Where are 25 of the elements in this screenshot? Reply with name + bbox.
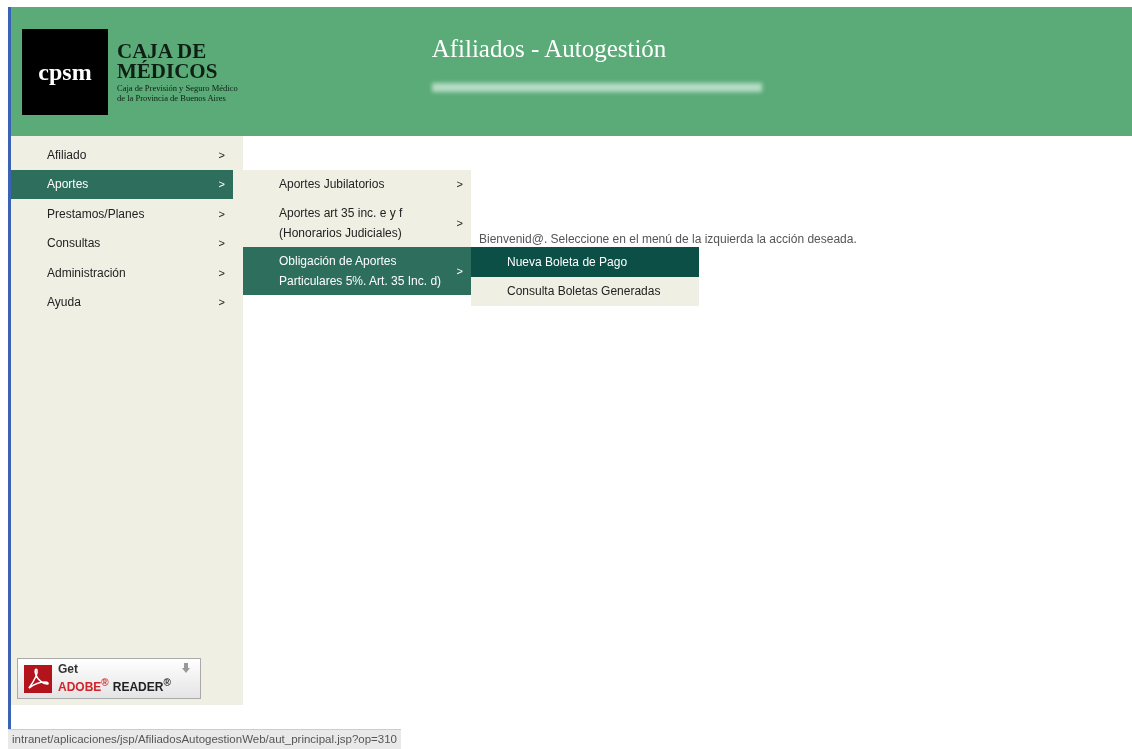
- get-label: Get: [58, 663, 79, 676]
- menu-item[interactable]: Consultas >: [11, 228, 233, 258]
- menu-item[interactable]: Consulta Boletas Generadas: [471, 276, 699, 306]
- menu-item[interactable]: Obligación de Aportes Particulares 5%. Art. 35 Inc. d) >: [243, 247, 471, 295]
- logo-name: MÉDICOS: [117, 61, 219, 81]
- menu-item[interactable]: Afiliado >: [11, 140, 233, 170]
- logo-subtitle: de la Provincia de Buenos Aires: [117, 93, 227, 103]
- get-adobe-reader-button[interactable]: Get ADOBE$^{®}$ READER$^{®}$: [17, 658, 201, 699]
- reader-label: READER$^{®}$: [112, 676, 171, 694]
- adobe-label: ADOBE$^{®}$: [58, 676, 109, 694]
- page-title: Afiliados - Autogestión: [431, 35, 668, 63]
- logo-name: CAJA DE: [117, 41, 207, 61]
- menu-item[interactable]: Nueva Boleta de Pago: [471, 247, 699, 277]
- acrobat-icon: [24, 664, 52, 693]
- download-arrow-icon: [182, 663, 190, 673]
- logo-mark: cpsm: [22, 29, 108, 115]
- menu-item[interactable]: Administración >: [11, 258, 233, 288]
- menu-item[interactable]: Aportes Jubilatorios >: [243, 169, 471, 199]
- menu-item[interactable]: Aportes >: [11, 169, 233, 199]
- menu-item[interactable]: Prestamos/Planes >: [11, 199, 233, 229]
- status-bar: intranet/aplicaciones/jsp/AfiliadosAutogestionWeb/aut_principal.jsp?op=310: [8, 729, 401, 749]
- menu-item[interactable]: Aportes art 35 inc. e y f (Honorarios Judiciales) >: [243, 199, 471, 247]
- welcome-message: Bienvenid@. Seleccione en el menú de la izquierda la acción deseada.: [479, 232, 857, 246]
- logo-subtitle: Caja de Previsión y Seguro Médico: [117, 84, 238, 94]
- menu-item[interactable]: Ayuda >: [11, 287, 233, 317]
